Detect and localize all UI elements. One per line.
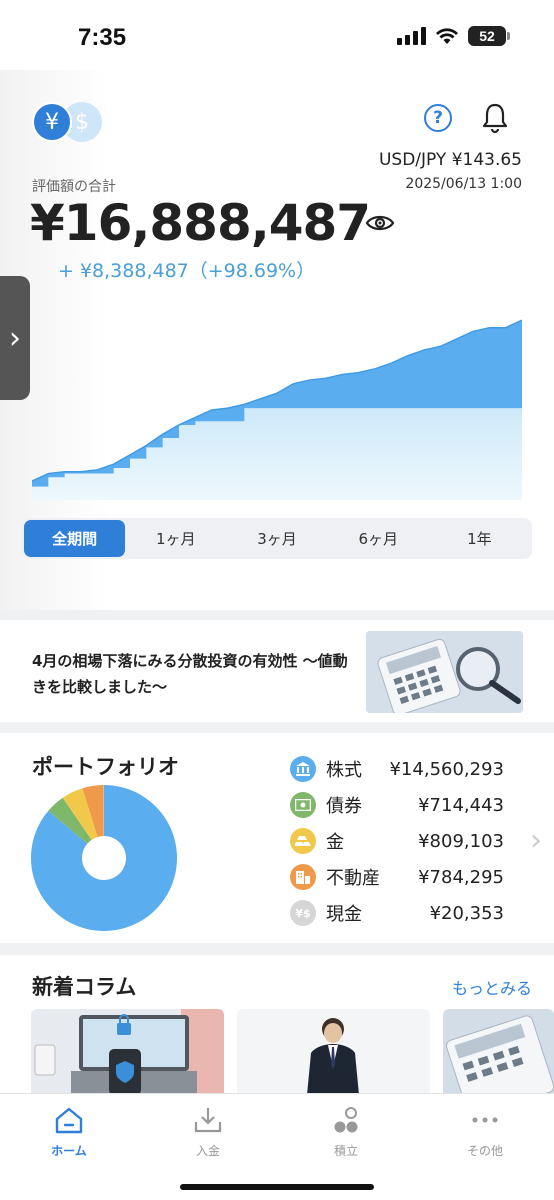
tab-more[interactable]: その他 [440,1104,530,1159]
more-icon [469,1104,501,1136]
legend-row-real-estate: 不動産 ¥784,295 [290,859,504,895]
bond-icon [290,792,316,818]
gold-icon [290,828,316,854]
legend-row-bonds: 債券 ¥714,443 [290,787,504,823]
side-drawer-handle[interactable]: › [0,276,30,400]
legend-value: ¥809,103 [418,830,504,852]
period-tabs: 全期間 1ヶ月 3ヶ月 6ヶ月 1年 [22,518,532,559]
tab-home[interactable]: ホーム [24,1104,114,1159]
legend-value: ¥784,295 [418,866,504,888]
deposit-icon [192,1104,224,1136]
help-icon[interactable]: ? [424,104,452,132]
tab-label: 積立 [333,1144,358,1158]
legend-row-gold: 金 ¥809,103 [290,823,504,859]
tab-label: 入金 [195,1144,220,1158]
article-thumbnail[interactable] [366,631,523,713]
yen-currency-icon[interactable]: ¥ [32,102,72,142]
portfolio-title: ポートフォリオ [32,755,179,779]
legend-label: 現金 [326,904,362,925]
legend-row-stocks: 株式 ¥14,560,293 [290,751,504,787]
chevron-right-icon: › [9,320,21,356]
tab-3-month[interactable]: 3ヶ月 [226,520,327,557]
tab-deposit[interactable]: 入金 [163,1104,253,1159]
portfolio-section[interactable]: ポートフォリオ 株式 ¥14,560,293 債券 ¥714,443 金 ¥80… [0,733,554,943]
total-value: ¥16,888,487 [30,194,371,252]
cash-icon: ¥$ [290,900,316,926]
columns-section: 新着コラム もっとみる [0,955,554,1095]
tab-1-month[interactable]: 1ヶ月 [125,520,226,557]
column-card[interactable] [31,1009,224,1095]
cellular-signal-icon [397,27,426,45]
fx-timestamp: 2025/06/13 1:00 [405,176,522,192]
bottom-tab-bar: ホーム 入金 積立 その他 [0,1093,554,1200]
principal-area [32,408,522,500]
battery-icon: 52 [468,26,510,46]
legend-value: ¥14,560,293 [389,758,504,780]
chevron-right-icon[interactable]: › [530,823,542,858]
bell-icon[interactable] [480,102,510,134]
tab-label: その他 [466,1144,503,1158]
divider [0,722,554,733]
tab-accumulate[interactable]: 積立 [301,1104,391,1159]
status-icons: 52 [397,26,510,46]
article-title[interactable]: 4月の相場下落にみる分散投資の有効性 〜値動きを比較しました〜 [32,648,357,701]
column-card[interactable] [443,1009,554,1095]
divider [0,943,554,955]
building-icon [290,864,316,890]
status-bar: 7:35 52 [0,0,554,70]
columns-title: 新着コラム [32,975,137,999]
tab-1-year[interactable]: 1年 [429,520,530,557]
currency-toggle[interactable]: $ ¥ [32,102,104,142]
summary-section: $ ¥ ? USD/JPY ¥143.65 2025/06/13 1:00 評価… [0,70,554,610]
legend-label: 不動産 [326,868,380,889]
tab-6-month[interactable]: 6ヶ月 [328,520,429,557]
tab-label: ホーム [51,1144,87,1158]
fx-rate: USD/JPY ¥143.65 [378,150,522,170]
portfolio-legend: 株式 ¥14,560,293 債券 ¥714,443 金 ¥809,103 不動… [290,751,504,931]
status-time: 7:35 [78,24,127,51]
legend-value: ¥714,443 [418,794,504,816]
legend-row-cash: ¥$ 現金 ¥20,353 [290,895,504,931]
legend-label: 株式 [326,760,362,781]
column-card[interactable] [237,1009,430,1095]
article-banner[interactable]: 4月の相場下落にみる分散投資の有効性 〜値動きを比較しました〜 [0,620,554,722]
eye-icon[interactable] [365,212,395,234]
legend-label: 債券 [326,796,362,817]
see-more-link[interactable]: もっとみる [452,975,532,999]
asset-history-chart[interactable] [32,305,522,500]
divider [0,610,554,620]
bank-icon [290,756,316,782]
tab-all-period[interactable]: 全期間 [24,520,126,557]
portfolio-donut-chart[interactable] [30,784,178,932]
wifi-icon [436,28,458,44]
legend-value: ¥20,353 [429,902,504,924]
home-indicator [180,1184,374,1190]
home-icon [53,1104,85,1136]
accumulate-icon [330,1104,362,1136]
total-change: + ¥8,388,487（+98.69%） [58,260,316,282]
legend-label: 金 [326,832,344,853]
total-label: 評価額の合計 [32,179,116,195]
